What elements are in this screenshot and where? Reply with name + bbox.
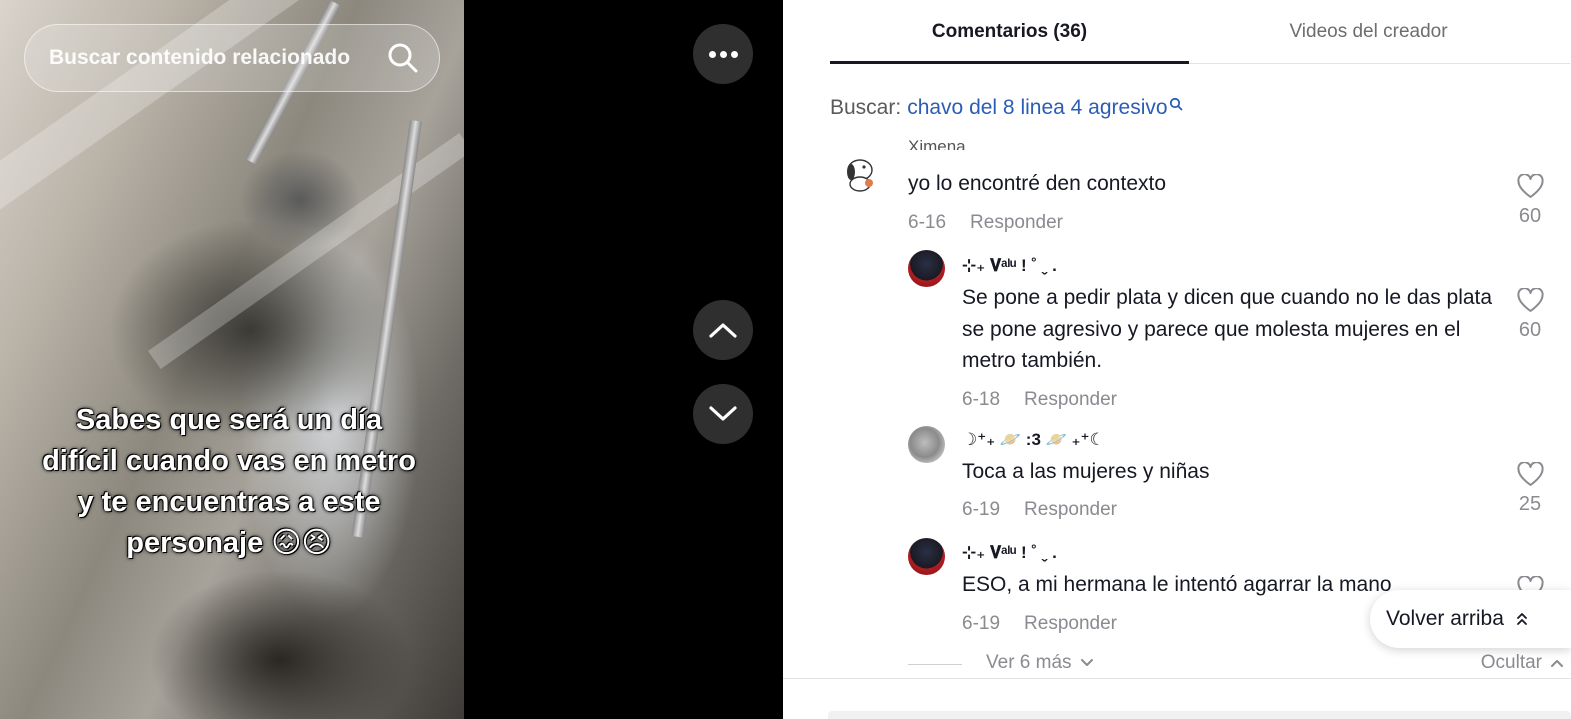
comment-meta: 6-19 Responder bbox=[962, 613, 1117, 635]
related-search-placeholder[interactable]: Buscar contenido relacionado bbox=[49, 46, 373, 70]
comment-text: ESO, a mi hermana le intentó agarrar la … bbox=[962, 573, 1392, 596]
view-more-replies-button[interactable]: Ver 6 más bbox=[986, 652, 1094, 674]
previous-video-button[interactable] bbox=[693, 300, 753, 360]
avatar[interactable] bbox=[908, 250, 945, 287]
comment-username[interactable]: Ximena bbox=[908, 140, 966, 150]
reply-button[interactable]: Responder bbox=[970, 212, 1063, 234]
chevron-down-icon bbox=[709, 406, 737, 421]
view-more-label: Ver 6 más bbox=[986, 652, 1072, 673]
comment-meta: 6-19 Responder bbox=[962, 499, 1117, 521]
like-count: 25 bbox=[1518, 493, 1542, 515]
avatar[interactable] bbox=[908, 538, 945, 575]
comment-username[interactable]: ⊹₊ 𝐕ᵃˡᵘ ! ˚ ˬ . bbox=[962, 543, 1057, 563]
comment-text: Se pone a pedir plata y dicen que cuando… bbox=[962, 286, 1493, 372]
comment-date: 6-19 bbox=[962, 499, 1001, 520]
comment-date: 6-19 bbox=[962, 613, 1001, 634]
heart-icon bbox=[1516, 462, 1544, 486]
replies-controls: Ver 6 más Ocultar bbox=[908, 652, 1570, 678]
panel-divider bbox=[783, 678, 1571, 679]
panel-tabs: Comentarios (36) Videos del creador bbox=[830, 0, 1570, 64]
comment-date: 6-16 bbox=[908, 212, 947, 233]
more-dots-icon bbox=[708, 50, 738, 58]
hide-replies-button[interactable]: Ocultar bbox=[1481, 652, 1564, 674]
search-query-link[interactable]: chavo del 8 linea 4 agresivo bbox=[907, 96, 1167, 120]
comment-username[interactable]: ☽⁺₊ 🪐 :3 🪐 ₊⁺☾ bbox=[962, 430, 1105, 450]
avatar[interactable] bbox=[838, 150, 882, 194]
app-root: Buscar contenido relacionado Sabes que s… bbox=[0, 0, 1571, 719]
back-to-top-button[interactable]: Volver arriba bbox=[1370, 590, 1571, 648]
more-options-button[interactable] bbox=[693, 24, 753, 84]
video-caption: Sabes que será un día difícil cuando vas… bbox=[42, 404, 416, 559]
search-icon[interactable] bbox=[1169, 97, 1183, 111]
video-scene-detail bbox=[148, 133, 464, 369]
tab-creator-videos[interactable]: Videos del creador bbox=[1189, 0, 1548, 63]
reply-button[interactable]: Responder bbox=[1024, 499, 1117, 521]
chevron-down-icon bbox=[1080, 659, 1093, 666]
next-video-button[interactable] bbox=[693, 384, 753, 444]
like-button[interactable]: 60 bbox=[1510, 174, 1550, 228]
comment-username[interactable]: ⊹₊ 𝐕ᵃˡᵘ ! ˚ ˬ . bbox=[962, 256, 1057, 276]
back-to-top-label: Volver arriba bbox=[1386, 607, 1504, 630]
reply-button[interactable]: Responder bbox=[1024, 389, 1117, 411]
chevron-up-icon bbox=[1551, 660, 1563, 667]
related-search-bar[interactable]: Buscar contenido relacionado bbox=[24, 24, 440, 92]
comment-meta: 6-18 Responder bbox=[962, 389, 1117, 411]
divider bbox=[908, 664, 962, 665]
like-button[interactable]: 25 bbox=[1510, 462, 1550, 516]
heart-icon bbox=[1516, 288, 1544, 312]
comment-text: Toca a las mujeres y niñas bbox=[962, 460, 1210, 483]
related-search-suggestion: Buscar: chavo del 8 linea 4 agresivo bbox=[830, 96, 1183, 120]
search-prefix: Buscar: bbox=[830, 96, 902, 119]
search-icon[interactable] bbox=[387, 42, 419, 74]
comment-date: 6-18 bbox=[962, 389, 1001, 410]
video-player[interactable]: Buscar contenido relacionado Sabes que s… bbox=[0, 0, 464, 719]
like-button[interactable]: 60 bbox=[1510, 288, 1550, 342]
comment-input-area[interactable] bbox=[828, 711, 1571, 719]
video-stage: Buscar contenido relacionado Sabes que s… bbox=[0, 0, 783, 719]
reply-button[interactable]: Responder bbox=[1024, 613, 1117, 635]
like-count: 60 bbox=[1518, 205, 1542, 227]
like-count: 60 bbox=[1518, 319, 1542, 341]
hide-label: Ocultar bbox=[1480, 652, 1542, 673]
heart-icon bbox=[1516, 174, 1544, 198]
comment-text: yo lo encontré den contexto bbox=[908, 172, 1167, 195]
avatar[interactable] bbox=[908, 426, 945, 463]
snoopy-avatar-icon bbox=[847, 159, 873, 192]
chevron-up-icon bbox=[709, 323, 737, 338]
double-chevron-up-icon bbox=[1516, 613, 1527, 625]
tab-comments[interactable]: Comentarios (36) bbox=[830, 0, 1189, 64]
comment-meta: 6-16 Responder bbox=[908, 212, 1063, 234]
